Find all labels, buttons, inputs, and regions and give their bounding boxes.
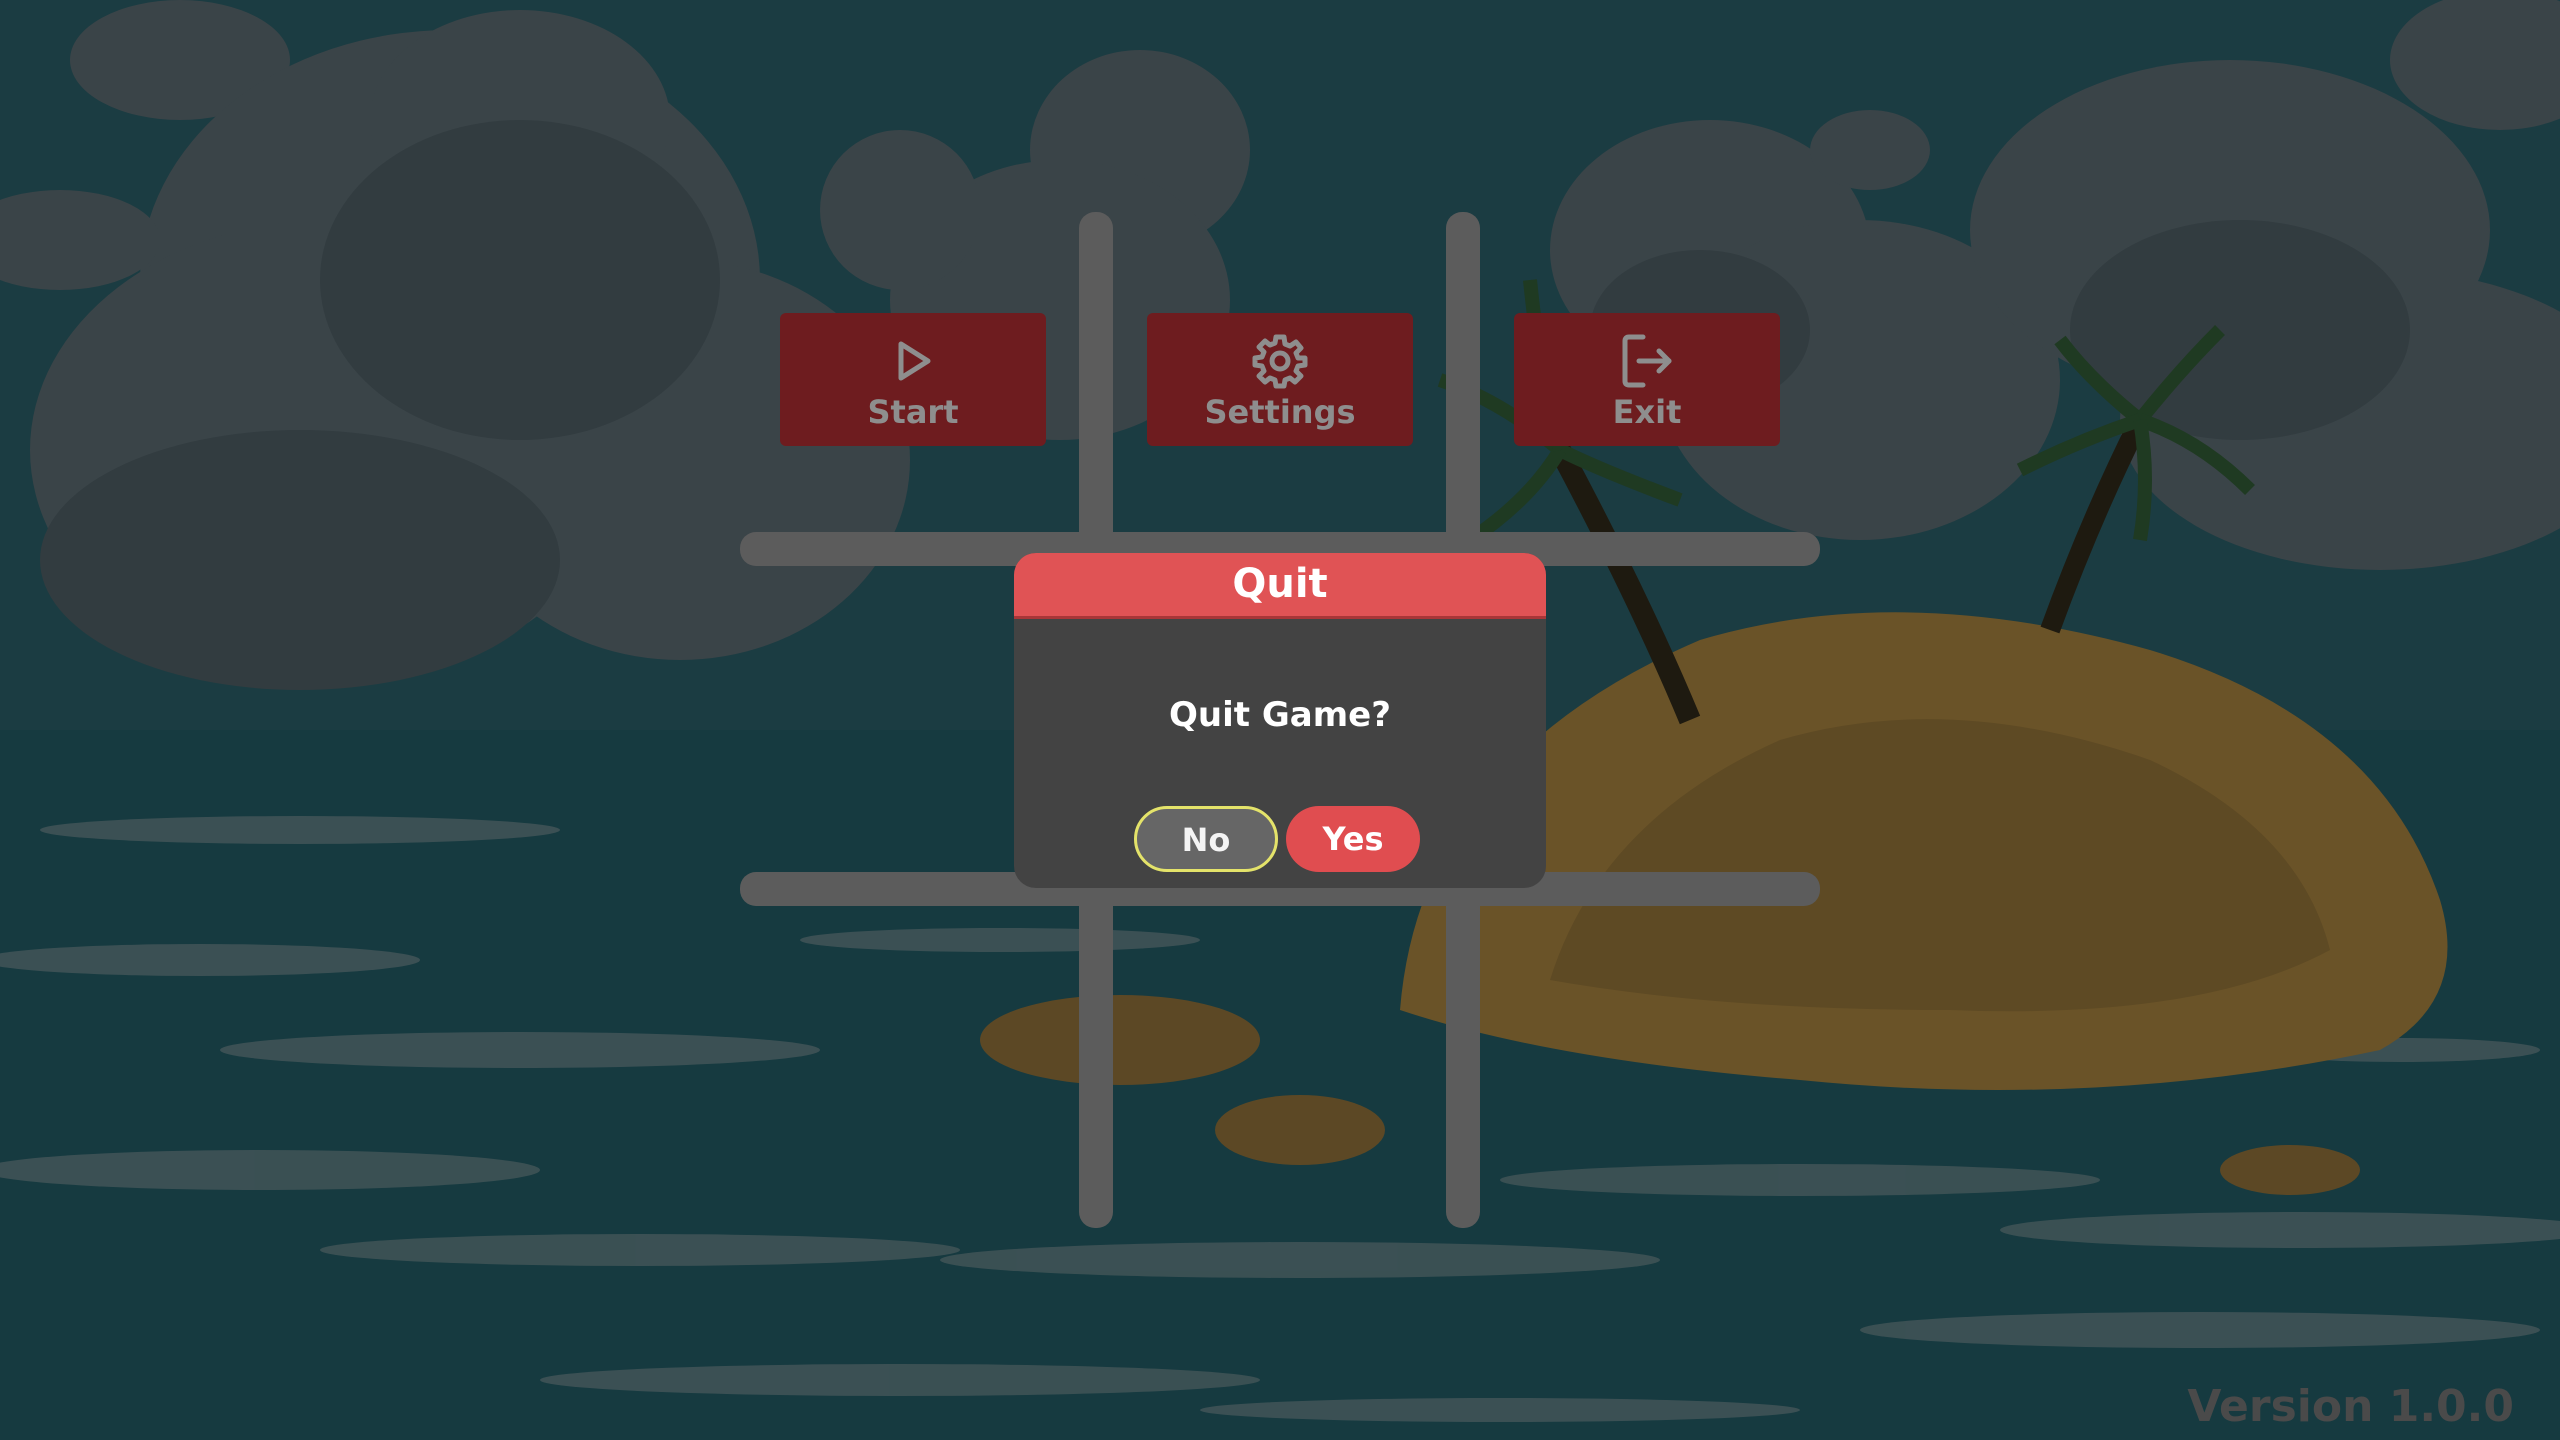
exit-button[interactable]: Exit [1514, 313, 1780, 446]
game-screen: Start Settings Exit Quit Quit Game? No Y… [0, 0, 2560, 1440]
dialog-header: Quit [1014, 553, 1546, 619]
play-icon [780, 331, 1046, 391]
dialog-message: Quit Game? [1169, 695, 1391, 735]
settings-button-label: Settings [1204, 393, 1356, 431]
no-button[interactable]: No [1134, 806, 1278, 872]
start-button-label: Start [867, 393, 959, 431]
exit-icon [1514, 331, 1780, 391]
settings-button[interactable]: Settings [1147, 313, 1413, 446]
dialog-title: Quit [1232, 561, 1328, 607]
quit-dialog: Quit Quit Game? No Yes [1014, 553, 1546, 888]
start-button[interactable]: Start [780, 313, 1046, 446]
exit-button-label: Exit [1612, 393, 1682, 431]
yes-button[interactable]: Yes [1286, 806, 1420, 872]
gear-icon [1147, 331, 1413, 391]
version-label: Version 1.0.0 [2187, 1381, 2514, 1432]
